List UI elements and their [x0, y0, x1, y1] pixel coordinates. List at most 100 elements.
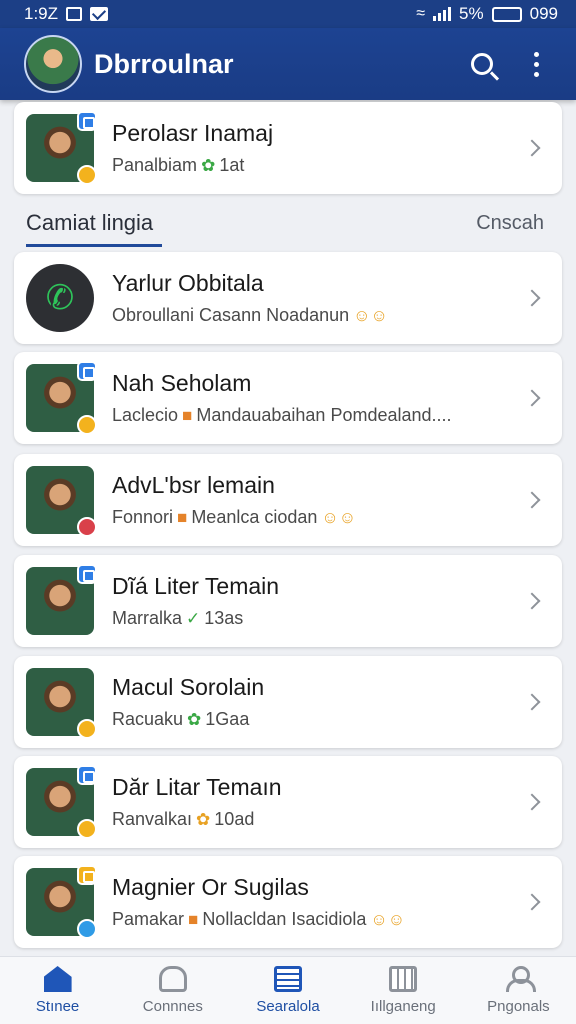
avatar — [26, 865, 97, 939]
nav-label: Searalola — [256, 998, 320, 1015]
play-badge-icon — [77, 919, 97, 939]
nav-label: Pngonals — [487, 998, 550, 1015]
nav-label: Iıllganeng — [370, 998, 436, 1015]
leaf-icon: ✿ — [196, 809, 211, 829]
contact-subtitle: Panalbiam — [112, 155, 198, 175]
chevron-right-icon — [523, 289, 541, 307]
contact-name: Macul Sorolain — [112, 674, 265, 700]
play-badge-icon — [77, 415, 97, 435]
user-icon — [505, 966, 537, 992]
contact-subtitle: Ranvalkaı — [112, 809, 193, 829]
avatar — [26, 668, 97, 739]
package-icon: ■ — [188, 909, 199, 929]
chat-icon — [158, 966, 187, 992]
section-underline — [26, 244, 162, 247]
contact-meta: 13as — [204, 608, 244, 628]
nav-settings[interactable]: Iıllganeng — [346, 957, 461, 1024]
star-badge-icon — [77, 819, 97, 839]
contact-subtitle: Pamakar — [112, 909, 185, 929]
contact-name: Dăr Litar Temaın — [112, 774, 282, 800]
package-icon: ■ — [177, 507, 188, 527]
chevron-right-icon — [523, 693, 541, 711]
section-title[interactable]: Camiat lingia — [26, 210, 153, 236]
status-bar: 1:9Z ≈ 5% 099 — [0, 0, 576, 28]
nav-home[interactable]: Stınee — [0, 957, 115, 1024]
contact-name: Dĩá Liter Temain — [112, 573, 280, 599]
phone-icon: ✆ — [45, 279, 75, 317]
battery-percent: 5% — [459, 4, 484, 23]
emoji-icon: ☺☺ — [353, 305, 388, 325]
contact-name: Perolasr Inamaj — [112, 120, 274, 146]
chevron-right-icon — [523, 793, 541, 811]
chevron-right-icon — [523, 893, 541, 911]
chevron-right-icon — [523, 592, 541, 610]
contact-card[interactable]: Nah Seholam Laclecio ■ Mandauabaihan Pom… — [14, 352, 562, 444]
video-badge-icon — [77, 865, 97, 885]
contact-name: Nah Seholam — [112, 370, 252, 396]
contact-subtitle: Racuaku — [112, 709, 184, 729]
emoji-icon: ☺☺ — [370, 909, 406, 929]
package-icon: ■ — [182, 405, 193, 425]
battery-value: 099 — [529, 4, 558, 23]
avatar — [26, 564, 97, 635]
contact-card[interactable]: Dĩá Liter Temain Marralka ✓ 13as — [14, 555, 562, 647]
play-badge-icon — [77, 165, 97, 185]
contact-card[interactable]: Dăr Litar Temaın Ranvalkaı ✿ 10ad — [14, 756, 562, 848]
nav-profile[interactable]: Pngonals — [461, 957, 576, 1024]
contact-card[interactable]: AdvL'bsr lemain Fonnori ■ Meanlca ciodan… — [14, 454, 562, 546]
play-badge-icon — [77, 719, 97, 739]
avatar: ✆ — [26, 264, 94, 332]
mail-icon — [90, 7, 109, 21]
battery-icon — [491, 6, 522, 22]
contact-name: Yarlur Obbitala — [112, 270, 264, 296]
contact-subtitle: Marralka — [112, 608, 183, 628]
nav-chats[interactable]: Connnes — [115, 957, 230, 1024]
avatar — [26, 466, 97, 537]
featured-card[interactable]: Perolasr Inamaj Panalbiam ✿ 1at — [14, 102, 562, 194]
contact-card[interactable]: Magnier Or Sugilas Pamakar ■ Nollacldan … — [14, 856, 562, 948]
chevron-right-icon — [523, 139, 541, 157]
video-badge-icon — [77, 111, 97, 131]
contact-name: Magnier Or Sugilas — [112, 874, 309, 900]
section-action-link[interactable]: Cnscah — [476, 212, 544, 235]
video-badge-icon — [77, 564, 97, 584]
video-badge-icon — [77, 765, 97, 785]
contact-card[interactable]: ✆ Yarlur Obbitala Obroullani Casann Noad… — [14, 252, 562, 344]
notification-icon — [66, 7, 83, 21]
check-icon: ✓ — [186, 608, 201, 628]
chevron-right-icon — [523, 491, 541, 509]
nav-label: Stınee — [35, 998, 80, 1015]
list-icon — [274, 966, 302, 992]
contact-name: AdvL'bsr lemain — [112, 472, 275, 498]
bottom-navigation: Stınee Connnes Searalola Iıllganeng Pngo… — [0, 956, 576, 1024]
chevron-right-icon — [523, 389, 541, 407]
contact-meta: Mandauabaihan Pomdealand.... — [196, 405, 452, 425]
contact-card[interactable]: Macul Sorolain Racuaku ✿ 1Gaa — [14, 656, 562, 748]
video-badge-icon — [77, 361, 97, 381]
grid-icon — [389, 966, 418, 992]
signal-icon — [433, 7, 452, 21]
app-title: Dbrroulnar — [94, 48, 234, 79]
contact-meta: Meanlca ciodan — [191, 507, 318, 527]
contact-meta: 1at — [219, 155, 245, 175]
nav-label: Connnes — [142, 998, 203, 1015]
contact-subtitle: Obroullani Casann Noadanun — [112, 305, 350, 325]
contact-subtitle: Laclecio — [112, 405, 179, 425]
leaf-icon: ✿ — [187, 709, 202, 729]
more-options-button[interactable] — [516, 44, 556, 84]
app-bar: Dbrroulnar — [0, 28, 576, 100]
profile-avatar[interactable] — [24, 35, 82, 93]
avatar — [26, 765, 97, 839]
status-badge-icon — [77, 517, 97, 537]
search-button[interactable] — [462, 44, 502, 84]
more-vert-icon — [533, 51, 539, 77]
wifi-icon: ≈ — [416, 5, 426, 22]
search-icon — [471, 53, 493, 75]
avatar — [26, 111, 97, 185]
home-icon — [43, 966, 72, 992]
contact-meta: 10ad — [214, 809, 255, 829]
nav-search[interactable]: Searalola — [230, 957, 345, 1024]
contact-meta: 1Gaa — [205, 709, 250, 729]
avatar — [26, 361, 97, 435]
leaf-icon: ✿ — [201, 155, 216, 175]
